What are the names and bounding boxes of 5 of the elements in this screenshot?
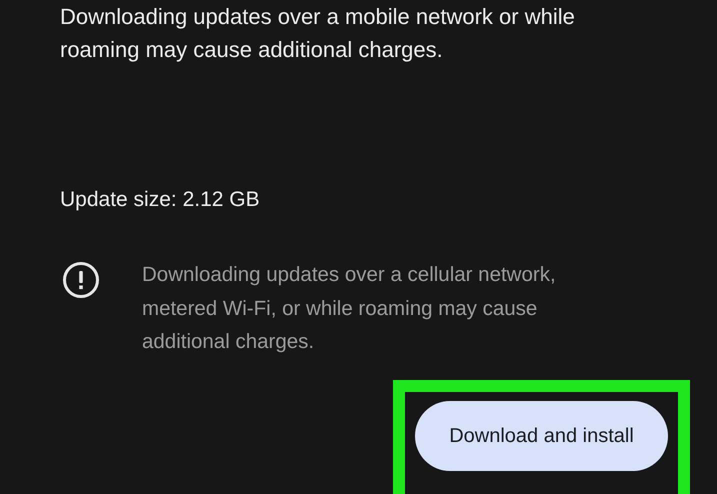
download-and-install-button[interactable]: Download and install: [415, 401, 668, 471]
warning-icon: [62, 261, 100, 299]
warning-text: Downloading updates over a cellular network, metered Wi-Fi, or while roaming may cause additional charges.: [142, 262, 557, 355]
update-size-text: Update size: 2.12 GB: [60, 187, 261, 213]
notice-text: Downloading updates over a mobile network or while roaming may cause additional charges.: [60, 3, 576, 64]
